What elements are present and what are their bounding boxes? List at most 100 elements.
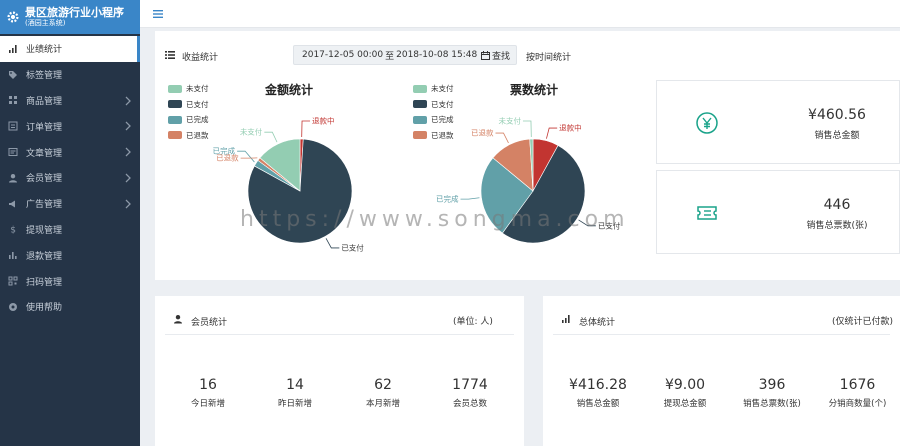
sidebar-item-performance[interactable]: 业绩统计 — [0, 36, 140, 62]
chevron-right-icon — [125, 173, 131, 183]
sidebar-menu: 业绩统计 标签管理 商品管理 订单管理 文章管理 会员管理 广告管理 $ 提现管… — [0, 36, 140, 320]
document-icon — [8, 148, 18, 157]
pie-label-line — [578, 219, 596, 227]
pie-label-line — [460, 197, 480, 200]
ticket-icon — [697, 206, 717, 220]
stat-sales-amount: ¥416.28 销售总金额 — [569, 377, 627, 409]
sales-tickets-label: 销售总票数(张) — [806, 221, 868, 231]
date-range-picker[interactable]: 2017-12-05 00:00 至 2018-10-08 15:48 — [293, 45, 517, 65]
sales-amount-value: ¥460.56 — [808, 107, 866, 123]
sidebar-item-label: 文章管理 — [26, 148, 63, 159]
sidebar: 景区旅游行业小程序 (酒园主系统) 业绩统计 标签管理 商品管理 订单管理 文章… — [0, 0, 140, 446]
total-card: 总体统计 (仅统计已付款) ¥416.28 销售总金额 ¥9.00 提现总金额 39… — [543, 296, 900, 446]
pie-label-line — [546, 127, 558, 139]
pie-slice-label: 已支付 — [341, 242, 364, 252]
sidebar-item-label: 会员管理 — [26, 174, 63, 185]
amount-chart-title: 金额统计 — [265, 83, 314, 97]
list-icon — [8, 121, 18, 131]
legend-item[interactable]: 未支付 — [413, 81, 454, 97]
legend-item[interactable]: 已支付 — [168, 97, 209, 113]
sidebar-item-scan[interactable]: 扫码管理 — [0, 268, 140, 294]
pie-label-line — [301, 120, 311, 138]
sidebar-item-withdraw[interactable]: $ 提现管理 — [0, 217, 140, 243]
list-icon — [165, 51, 175, 59]
bar-chart-icon — [9, 44, 17, 53]
income-title: 收益统计 — [182, 53, 219, 63]
amount-pie-chart: 退款中已支付已完成已退款未支付 — [213, 116, 365, 253]
sidebar-item-help[interactable]: 使用帮助 — [0, 294, 140, 320]
sidebar-item-refunds[interactable]: 退款管理 — [0, 242, 140, 268]
pie-slice-label: 已退款 — [216, 153, 239, 163]
sidebar-item-members[interactable]: 会员管理 — [0, 165, 140, 191]
brand-title: 景区旅游行业小程序 — [25, 6, 124, 19]
stat-month-new: 62 本月新增 — [365, 377, 400, 409]
sidebar-item-label: 广告管理 — [26, 200, 63, 211]
pie-slice-label: 未支付 — [498, 116, 521, 126]
topbar — [140, 0, 900, 28]
stat-today-new: 16 今日新增 — [190, 377, 225, 409]
date-separator: 至 — [385, 51, 395, 62]
user-icon — [9, 173, 17, 183]
date-start: 2017-12-05 00:00 — [302, 50, 384, 60]
chevron-right-icon — [125, 96, 131, 106]
sidebar-item-orders[interactable]: 订单管理 — [0, 113, 140, 139]
member-unit: (单位: 人) — [453, 317, 493, 327]
sales-amount-label: 销售总金额 — [814, 131, 860, 141]
refund-icon — [9, 252, 17, 260]
pie-label-line — [237, 150, 255, 163]
pie-slice-label: 已退款 — [471, 128, 494, 138]
date-end: 2018-10-08 15:48 — [396, 50, 478, 60]
pie-label-line — [325, 238, 340, 249]
total-title: 总体统计 — [579, 318, 616, 328]
svg-text:$: $ — [10, 226, 16, 235]
sidebar-item-label: 提现管理 — [26, 225, 63, 236]
sidebar-item-label: 业绩统计 — [26, 45, 63, 56]
ticket-chart-title: 票数统计 — [510, 83, 559, 97]
pie-slice-label: 已完成 — [436, 194, 459, 204]
chevron-right-icon — [125, 199, 131, 209]
sales-tickets-value: 446 — [823, 197, 851, 213]
legend-item[interactable]: 未支付 — [168, 81, 209, 97]
legend-item[interactable]: 已支付 — [413, 97, 454, 113]
sales-amount-box: ¥460.56 销售总金额 — [656, 80, 900, 164]
brand: 景区旅游行业小程序 (酒园主系统) — [0, 0, 140, 34]
dollar-icon: $ — [10, 226, 16, 235]
grid-icon — [9, 96, 17, 105]
pie-label-line — [495, 132, 509, 144]
chevron-right-icon — [125, 147, 131, 157]
gear-icon — [7, 11, 19, 23]
sidebar-item-label: 订单管理 — [26, 122, 63, 133]
pie-slice-label: 已支付 — [598, 220, 621, 230]
pie-slice-label: 未支付 — [240, 127, 263, 137]
menu-toggle-icon[interactable] — [152, 8, 164, 20]
sidebar-item-label: 使用帮助 — [26, 303, 63, 314]
pie-label-line — [522, 120, 532, 138]
income-card: 收益统计 2017-12-05 00:00 至 2018-10-08 15:48… — [155, 31, 900, 280]
stat-tickets-sold: 396 销售总票数(张) — [743, 377, 801, 409]
bar-chart-icon — [562, 315, 570, 323]
tag-icon — [9, 70, 17, 79]
megaphone-icon — [9, 200, 15, 208]
sidebar-item-ads[interactable]: 广告管理 — [0, 191, 140, 217]
stat-yesterday-new: 14 昨日新增 — [277, 377, 312, 409]
sidebar-item-label: 退款管理 — [26, 251, 63, 262]
stat-distributor-count: 1676 分销商数量(个) — [828, 377, 887, 409]
yen-icon — [696, 112, 718, 134]
sales-tickets-box: 446 销售总票数(张) — [656, 170, 900, 254]
help-icon — [9, 302, 17, 311]
total-note: (仅统计已付款) — [832, 317, 894, 327]
stat-withdraw-amount: ¥9.00 提现总金额 — [663, 377, 707, 409]
brand-subtitle: (酒园主系统) — [25, 19, 66, 27]
ticket-pie-chart: 退款中已支付 已完成 已退款未支付 — [436, 116, 621, 244]
pie-label-line — [264, 131, 278, 143]
pie-slice-label: 退款中 — [312, 116, 335, 126]
search-button[interactable]: 查找 — [485, 45, 517, 65]
member-card: 会员统计 (单位: 人) 16 今日新增 14 昨日新增 62 本月新增 1774 会员… — [155, 296, 524, 446]
member-title: 会员统计 — [191, 318, 228, 328]
by-time-link[interactable]: 按时间统计 — [526, 50, 571, 63]
sidebar-item-articles[interactable]: 文章管理 — [0, 139, 140, 165]
sidebar-item-label: 扫码管理 — [26, 277, 63, 288]
sidebar-item-tags[interactable]: 标签管理 — [0, 62, 140, 88]
stat-member-total: 1774 会员总数 — [452, 377, 488, 409]
sidebar-item-goods[interactable]: 商品管理 — [0, 88, 140, 114]
